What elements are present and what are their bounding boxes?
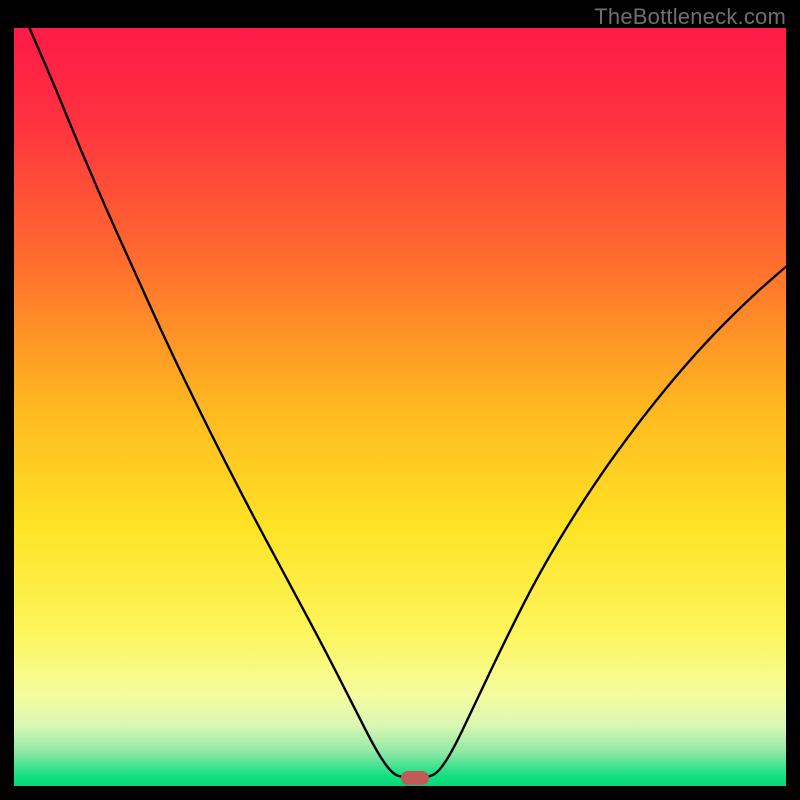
gradient-background bbox=[14, 28, 786, 786]
watermark-text: TheBottleneck.com bbox=[594, 4, 786, 30]
bottleneck-chart bbox=[14, 28, 786, 786]
optimal-point-marker bbox=[401, 771, 429, 785]
chart-frame bbox=[14, 28, 786, 786]
